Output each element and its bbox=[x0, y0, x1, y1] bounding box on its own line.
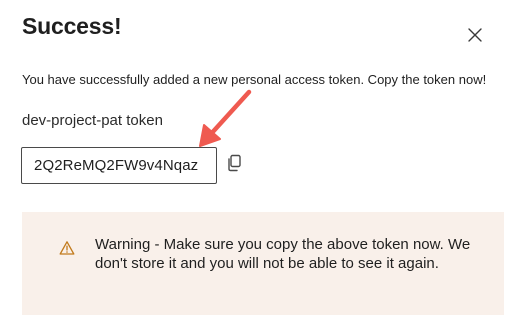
close-button[interactable] bbox=[462, 22, 488, 48]
success-dialog: Success! You have successfully added a n… bbox=[0, 0, 526, 330]
close-icon bbox=[468, 28, 482, 42]
token-value-field[interactable]: 2Q2ReMQ2FW9v4Nqaz bbox=[21, 147, 217, 184]
warning-text: Warning - Make sure you copy the above t… bbox=[95, 236, 471, 272]
dialog-title: Success! bbox=[22, 13, 122, 39]
warning-icon bbox=[59, 241, 75, 255]
copy-token-button[interactable] bbox=[226, 154, 244, 174]
warning-banner: Warning - Make sure you copy the above t… bbox=[22, 212, 504, 315]
copy-icon bbox=[228, 154, 241, 172]
annotation-arrow bbox=[199, 89, 252, 147]
token-value-text[interactable]: 2Q2ReMQ2FW9v4Nqaz bbox=[34, 157, 198, 174]
token-name-label: dev-project-pat token bbox=[22, 112, 163, 129]
